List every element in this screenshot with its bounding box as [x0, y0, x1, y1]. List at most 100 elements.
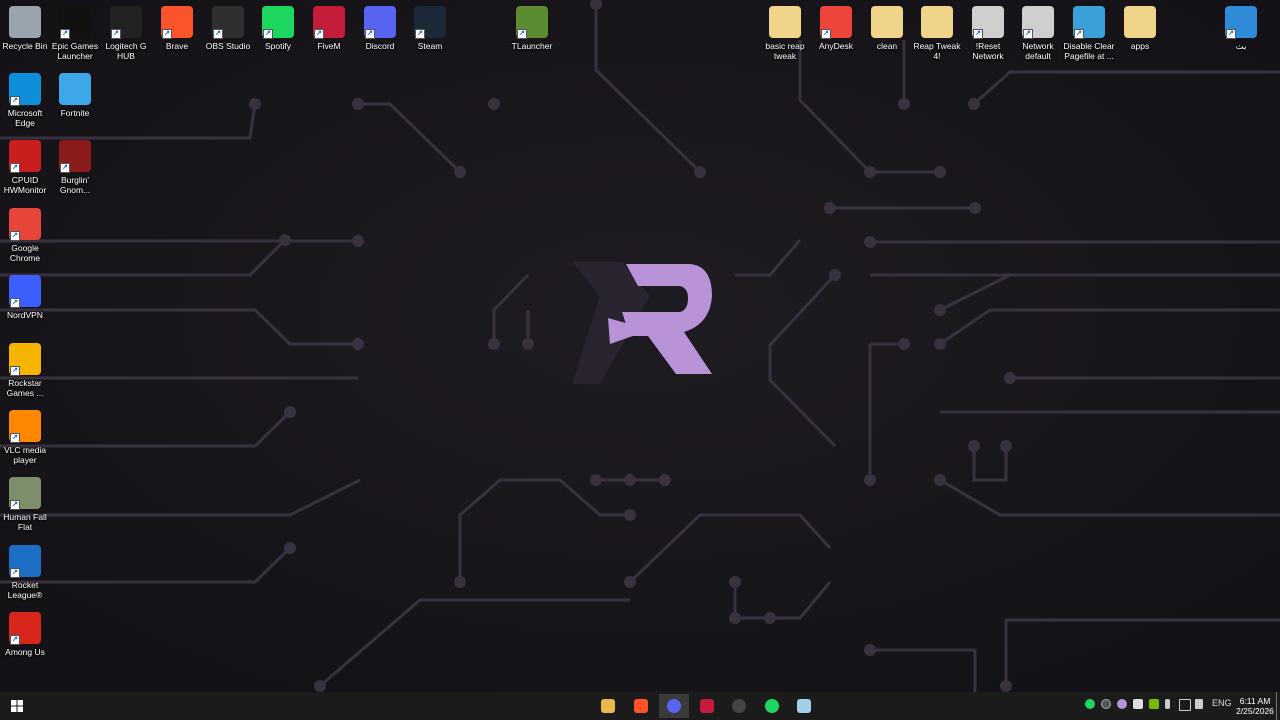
taskbar-app-button[interactable] [626, 694, 656, 718]
desktop-icon-label: Steam [417, 41, 443, 51]
shortcut-arrow-icon: ↗ [973, 29, 983, 39]
clock-time: 6:11 AM [1239, 696, 1271, 706]
desktop-icon[interactable]: ↗ FiveM [304, 6, 354, 70]
desktop-icon[interactable]: ↗ Microsoft Edge [0, 73, 50, 137]
recycle-bin-icon [9, 6, 41, 38]
desktop-icon-label: apps [1130, 41, 1150, 51]
nvidia-tray-icon[interactable] [1149, 699, 1159, 709]
desktop-icon[interactable]: ↗ Epic Games Launcher [50, 6, 100, 70]
desktop-icon-label: AnyDesk [818, 41, 853, 51]
desktop-icon[interactable]: apps [1115, 6, 1165, 70]
desktop-icon[interactable]: Fortnite [50, 73, 100, 137]
desktop-icon[interactable]: ↗ Discord [355, 6, 405, 70]
desktop-icon[interactable]: ↗ NordVPN [0, 275, 50, 339]
desktop-icon[interactable]: ↗ Brave [152, 6, 202, 70]
hwmonitor-icon: ↗ [9, 140, 41, 174]
obs-tray-icon[interactable] [1101, 699, 1111, 709]
language-indicator[interactable]: ENG [1212, 698, 1232, 714]
desktop-icon[interactable]: ↗ Logitech G HUB [101, 6, 151, 70]
razer-tray-icon[interactable] [1117, 699, 1127, 709]
desktop-icon-label: Rockstar Games ... [6, 377, 44, 398]
discord-icon [667, 699, 681, 713]
show-desktop-button[interactable] [1276, 692, 1277, 720]
shortcut-arrow-icon: ↗ [10, 365, 20, 376]
desktop-icon[interactable]: Reap Tweak 4! [912, 6, 962, 70]
desktop-icon[interactable]: ↗ Google Chrome [0, 207, 50, 272]
shortcut-arrow-icon: ↗ [213, 29, 223, 39]
desktop-icon-label: Logitech G HUB [105, 41, 147, 61]
desktop-icon-label: Burglin' Gnom... [59, 175, 91, 195]
clock[interactable]: 6:11 AM 2/25/2026 [1230, 696, 1280, 716]
shortcut-arrow-icon: ↗ [10, 298, 20, 309]
desktop-icon-label: بث [1235, 41, 1247, 51]
desktop-icon[interactable]: ↗ AnyDesk [811, 6, 861, 70]
spotify-tray-icon[interactable] [1085, 699, 1095, 709]
notepad-icon [797, 699, 811, 713]
microphone-icon[interactable] [1165, 699, 1170, 709]
desktop-icon-label: Google Chrome [9, 242, 41, 263]
folder-icon [921, 6, 953, 38]
taskbar-app-button[interactable] [659, 694, 689, 718]
discord-tray-icon[interactable] [1133, 699, 1143, 709]
desktop-icon-label: Human Fall Flat [3, 512, 47, 533]
desktop-icon[interactable]: ↗ Steam [405, 6, 455, 70]
desktop-icon[interactable]: ↗ بث [1216, 6, 1266, 70]
chrome-icon: ↗ [9, 207, 41, 241]
vlc-icon: ↗ [9, 410, 41, 443]
logitech-icon: ↗ [110, 6, 142, 39]
desktop-icon[interactable]: ↗ !Reset Network [963, 6, 1013, 70]
folder-icon [1124, 6, 1156, 38]
taskbar-app-button[interactable] [593, 694, 623, 718]
desktop-icon[interactable]: ↗ Spotify [253, 6, 303, 70]
network-icon[interactable] [1179, 699, 1191, 711]
desktop-icon-label: Network default [1022, 41, 1054, 61]
shortcut-arrow-icon: ↗ [10, 230, 20, 241]
desktop-icon-label: Among Us [5, 647, 45, 658]
desktop-icon[interactable]: ↗ Among Us [0, 612, 50, 676]
volume-icon[interactable] [1195, 699, 1203, 709]
desktop-icon[interactable]: ↗ Human Fall Flat [0, 477, 50, 541]
brave-icon: ↗ [161, 6, 193, 39]
desktop-icon[interactable]: ↗ TLauncher [507, 6, 557, 70]
shortcut-arrow-icon: ↗ [517, 29, 527, 39]
desktop-icon[interactable]: ↗ VLC media player [0, 410, 50, 474]
desktop-icon[interactable]: ↗ CPUID HWMonitor [0, 140, 50, 204]
desktop-icon[interactable]: ↗ Rocket League® [0, 544, 50, 609]
desktop-icon[interactable]: ↗ Rockstar Games ... [0, 342, 50, 407]
shortcut-arrow-icon: ↗ [60, 163, 70, 173]
desktop-icon-label: Rocket League® [7, 579, 43, 600]
edge-icon: ↗ [9, 73, 41, 106]
clock-date: 2/25/2026 [1236, 706, 1274, 716]
desktop-icon[interactable]: basic reap tweak [760, 6, 810, 70]
shortcut-arrow-icon: ↗ [10, 500, 20, 511]
registry-icon: ↗ [1073, 6, 1105, 39]
desktop-icon-label: Fortnite [60, 108, 90, 118]
desktop-icon-label: CPUID HWMonitor [3, 175, 47, 196]
desktop-icon[interactable]: ↗ Burglin' Gnom... [50, 140, 100, 204]
desktop-icon[interactable]: Recycle Bin [0, 6, 50, 70]
human-fall-flat-icon: ↗ [9, 477, 41, 511]
windows-logo-icon [11, 700, 23, 712]
taskbar-app-button[interactable] [757, 694, 787, 718]
desktop-icon-label: Epic Games Launcher [51, 41, 99, 61]
desktop-icon[interactable]: ↗ OBS Studio [203, 6, 253, 70]
desktop-icon-label: Reap Tweak 4! [913, 41, 961, 61]
brave-icon [634, 699, 648, 713]
burglin-gnomes-icon: ↗ [59, 140, 91, 173]
desktop-icon[interactable]: ↗ Disable Clear Pagefile at ... [1063, 6, 1115, 70]
epic-games-icon: ↗ [59, 6, 91, 39]
nordvpn-icon: ↗ [9, 275, 41, 309]
taskbar-app-button[interactable] [724, 694, 754, 718]
file-explorer-icon [601, 699, 615, 713]
shortcut-arrow-icon: ↗ [1074, 29, 1084, 39]
start-button[interactable] [2, 694, 32, 718]
desktop-icon[interactable]: clean [862, 6, 912, 70]
taskbar-app-button[interactable] [789, 694, 819, 718]
desktop-icon[interactable]: ↗ Network default [1013, 6, 1063, 70]
folder-icon [769, 6, 801, 38]
desktop-icon-label: Microsoft Edge [7, 108, 43, 128]
taskbar-app-button[interactable] [692, 694, 722, 718]
desktop-icon-label: basic reap tweak [765, 41, 805, 61]
shortcut-arrow-icon: ↗ [10, 163, 20, 174]
shortcut-arrow-icon: ↗ [415, 29, 425, 39]
